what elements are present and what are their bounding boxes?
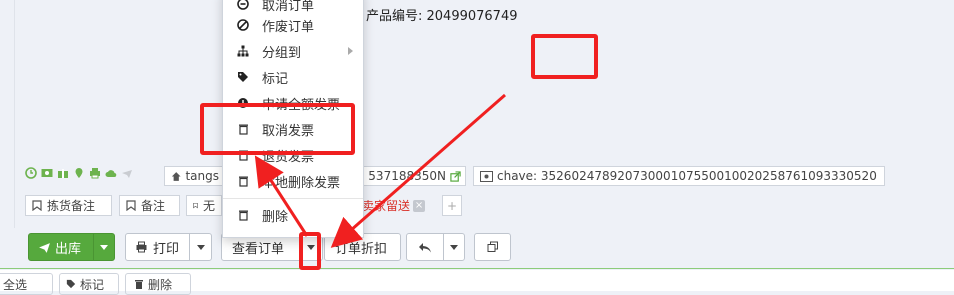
annotation-arrows: [254, 93, 506, 248]
annotation-arrow-to-menu: [254, 155, 309, 237]
annotation-arrow-to-discount: [330, 93, 506, 248]
